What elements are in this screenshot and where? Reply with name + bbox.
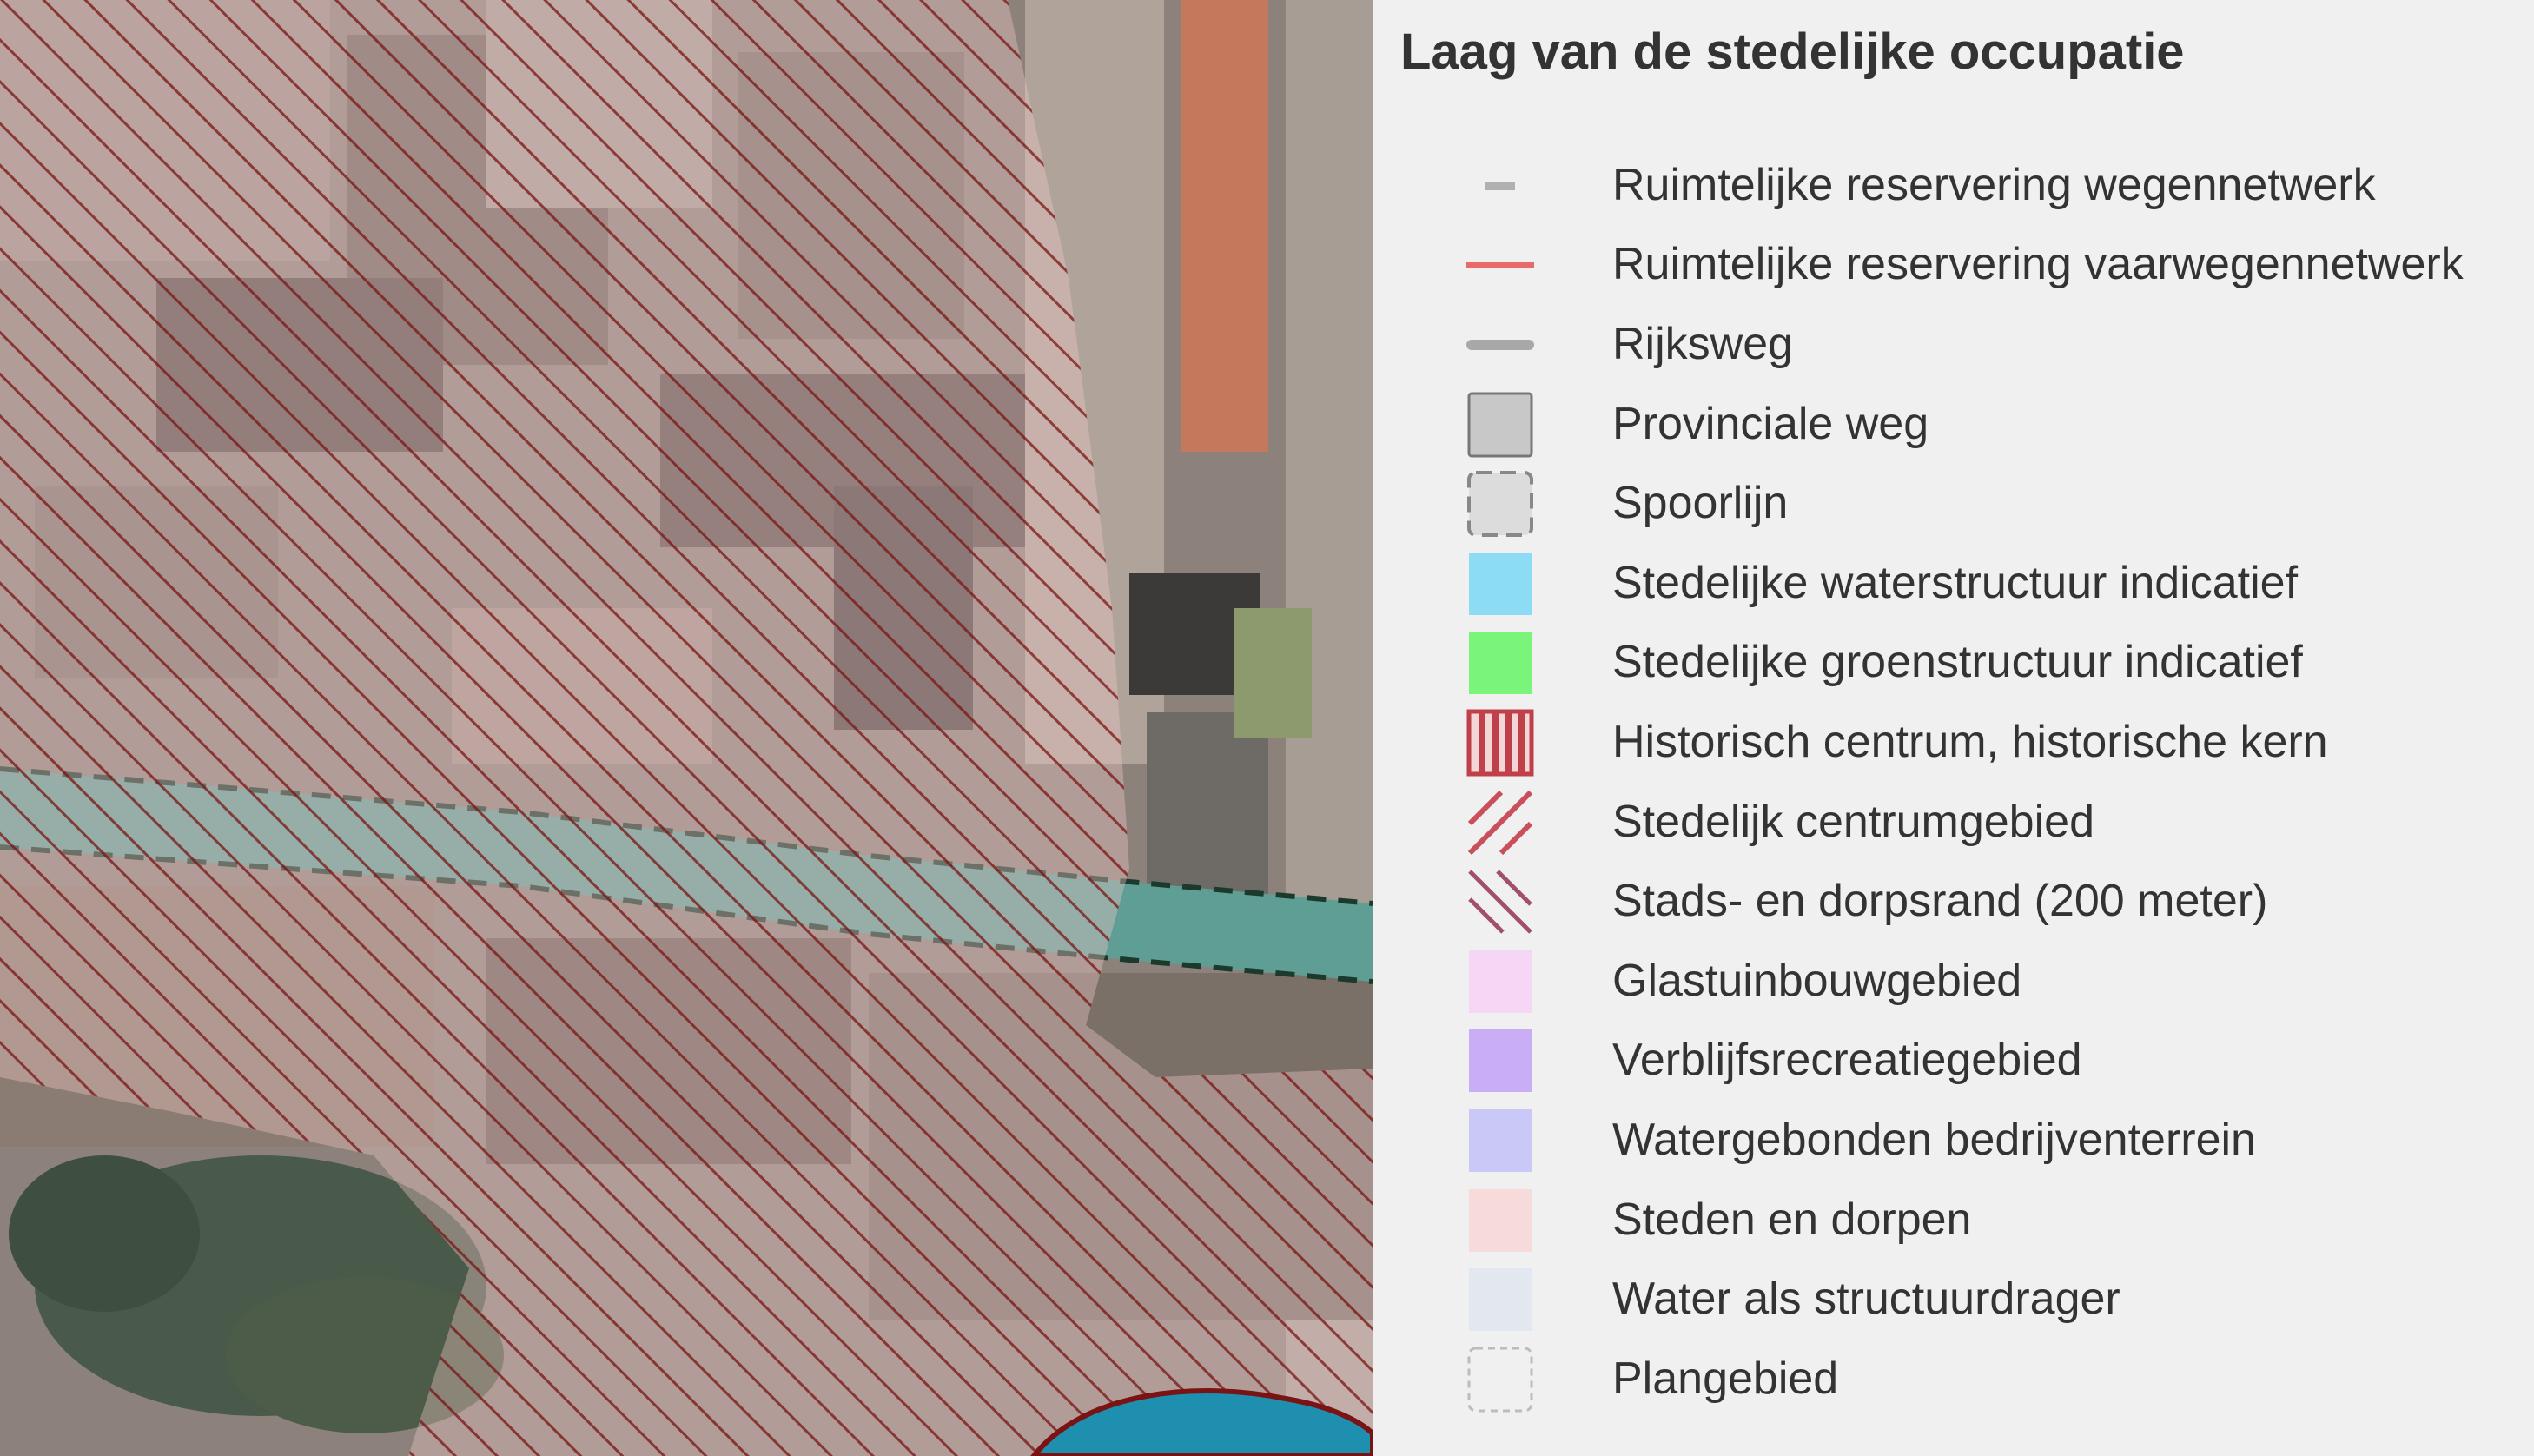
legend-symbol-fill-icon (1466, 1107, 1534, 1175)
legend-item: Steden en dorpen (1373, 1181, 2534, 1261)
legend-item: Verblijfsrecreatiegebied (1373, 1022, 2534, 1102)
legend-list: Ruimtelijke reservering wegennetwerk Ruim… (1373, 146, 2534, 1420)
legend-item-label: Watergebonden bedrijventerrein (1612, 1114, 2256, 1165)
legend-item: Plangebied (1373, 1340, 2534, 1420)
legend-item: Ruimtelijke reservering vaarwegennetwerk (1373, 226, 2534, 306)
legend-item: Water als structuurdrager (1373, 1260, 2534, 1340)
legend-panel: Laag van de stedelijke occupatie Ruimtel… (1373, 0, 2534, 1456)
legend-item-label: Rijksweg (1612, 318, 1794, 369)
map-view[interactable] (0, 0, 1373, 1456)
legend-item: Spoorlijn (1373, 464, 2534, 544)
legend-item-label: Steden en dorpen (1612, 1194, 1972, 1245)
legend-item-label: Stedelijke waterstructuur indicatief (1612, 557, 2299, 608)
legend-item-label: Ruimtelijke reservering wegennetwerk (1612, 159, 2376, 210)
legend-symbol-red-line-icon (1466, 231, 1534, 299)
legend-item: Rijksweg (1373, 305, 2534, 385)
legend-item: Provinciale weg (1373, 385, 2534, 465)
legend-item-label: Plangebied (1612, 1353, 1839, 1404)
legend-item: Glastuinbouwgebied (1373, 942, 2534, 1022)
legend-item-label: Glastuinbouwgebied (1612, 955, 2022, 1006)
legend-symbol-short-gray-dash-icon (1466, 152, 1534, 220)
legend-symbol-back-hatch-icon (1466, 868, 1534, 936)
legend-symbol-fill-icon (1466, 1266, 1534, 1334)
legend-item: Watergebonden bedrijventerrein (1373, 1101, 2534, 1181)
legend-item-label: Ruimtelijke reservering vaarwegennetwerk (1612, 239, 2464, 290)
legend-symbol-fill-icon (1466, 550, 1534, 618)
legend-item: Stedelijke waterstructuur indicatief (1373, 544, 2534, 624)
legend-item-label: Historisch centrum, historische kern (1612, 716, 2328, 767)
legend-symbol-vertical-stripes-icon (1466, 709, 1534, 777)
legend-item-label: Stads- en dorpsrand (200 meter) (1612, 875, 2268, 926)
legend-symbol-fill-icon (1466, 1187, 1534, 1254)
legend-symbol-dashed-gray-box-icon (1466, 470, 1534, 538)
legend-item: Stedelijk centrumgebied (1373, 783, 2534, 863)
legend-symbol-thick-gray-line-icon (1466, 311, 1534, 379)
legend-symbol-fill-icon (1466, 1027, 1534, 1095)
legend-item-label: Provinciale weg (1612, 398, 1929, 449)
legend-item: Historisch centrum, historische kern (1373, 703, 2534, 783)
legend-item-label: Verblijfsrecreatiegebied (1612, 1035, 2082, 1086)
legend-symbol-gray-box-icon (1466, 391, 1534, 459)
legend-item-label: Stedelijke groenstructuur indicatief (1612, 637, 2303, 688)
legend-symbol-fill-icon (1466, 948, 1534, 1016)
legend-symbol-dashed-outline-icon (1466, 1346, 1534, 1413)
legend-item: Stads- en dorpsrand (200 meter) (1373, 862, 2534, 942)
legend-item-label: Water als structuurdrager (1612, 1273, 2120, 1324)
legend-item: Ruimtelijke reservering wegennetwerk (1373, 146, 2534, 226)
map-canvas[interactable] (0, 0, 1373, 1456)
legend-item-label: Stedelijk centrumgebied (1612, 796, 2094, 847)
legend-item: Stedelijke groenstructuur indicatief (1373, 624, 2534, 704)
legend-symbol-forward-hatch-icon (1466, 789, 1534, 857)
legend-title: Laag van de stedelijke occupatie (1400, 23, 2185, 80)
legend-symbol-fill-icon (1466, 629, 1534, 697)
legend-item-label: Spoorlijn (1612, 477, 1789, 528)
